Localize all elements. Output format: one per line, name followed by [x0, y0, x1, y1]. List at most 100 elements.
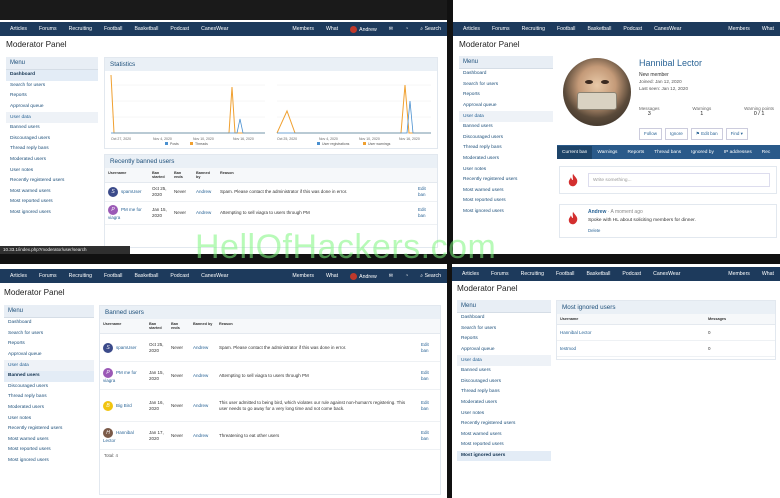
sidebar-item-approval[interactable]: Approval queue: [6, 102, 98, 113]
sidebar-item-moderated[interactable]: Moderated users: [459, 154, 553, 165]
nav-item[interactable]: CanesWear: [647, 271, 686, 277]
nav-item[interactable]: Articles: [456, 271, 485, 277]
sidebar-item-search[interactable]: Search for users: [459, 80, 553, 91]
nav-item[interactable]: Basketball: [128, 273, 164, 279]
sidebar-item-ignored[interactable]: Most ignored users: [457, 450, 551, 462]
nav-item[interactable]: Members: [286, 26, 320, 32]
sidebar-item-warned[interactable]: Most warned users: [4, 435, 94, 446]
sidebar-item-recent[interactable]: Recently registered users: [459, 175, 553, 186]
follow-button[interactable]: Follow: [639, 128, 663, 140]
inbox-icon[interactable]: ✉: [383, 26, 399, 32]
sidebar-item-ignored[interactable]: Most ignored users: [459, 207, 553, 218]
sidebar-group-user-data[interactable]: User data: [457, 355, 551, 366]
tab-ignored-by[interactable]: Ignored by: [686, 150, 719, 155]
sidebar-item-warned[interactable]: Most warned users: [457, 430, 551, 441]
tab-ip-addresses[interactable]: IP addresses: [719, 150, 757, 155]
profile-name[interactable]: Hannibal Lector: [639, 58, 702, 68]
nav-item[interactable]: CanesWear: [648, 26, 687, 32]
bell-icon[interactable]: ◔: [399, 273, 414, 279]
nav-item[interactable]: Articles: [4, 273, 33, 279]
sidebar-item-discouraged[interactable]: Discouraged users: [4, 382, 94, 393]
sidebar-item-ignored[interactable]: Most ignored users: [4, 456, 94, 467]
nav-item[interactable]: Recruiting: [515, 271, 550, 277]
sidebar-item-approval[interactable]: Approval queue: [457, 345, 551, 356]
bell-icon[interactable]: ◔: [399, 26, 414, 32]
nav-item[interactable]: Articles: [4, 26, 33, 32]
nav-item[interactable]: Recruiting: [63, 273, 98, 279]
sidebar-item-recent[interactable]: Recently registered users: [457, 419, 551, 430]
sidebar-item-notes[interactable]: User notes: [457, 408, 551, 419]
nav-item[interactable]: Forums: [33, 273, 63, 279]
nav-item[interactable]: Basketball: [581, 26, 617, 32]
nav-item[interactable]: Recruiting: [63, 26, 98, 32]
sidebar-item-discouraged[interactable]: Discouraged users: [457, 377, 551, 388]
sidebar-item-discouraged[interactable]: Discouraged users: [6, 134, 98, 145]
nav-item[interactable]: Articles: [457, 26, 486, 32]
nav-user[interactable]: Andrew: [344, 272, 383, 280]
sidebar-item-reports[interactable]: Reports: [459, 90, 553, 101]
nav-item[interactable]: Members: [722, 271, 756, 277]
nav-item[interactable]: Podcast: [616, 271, 647, 277]
nav-item[interactable]: Members: [286, 273, 320, 279]
sidebar-item-reports[interactable]: Reports: [4, 339, 94, 350]
post-author[interactable]: Andrew: [588, 209, 606, 215]
edit-ban-link[interactable]: Edit ban: [418, 361, 440, 390]
sidebar-item-search[interactable]: Search for users: [6, 81, 98, 92]
sidebar-item-search[interactable]: Search for users: [457, 324, 551, 335]
edit-ban-link[interactable]: Edit ban: [415, 201, 437, 225]
tab-more[interactable]: Rec: [757, 150, 776, 155]
sidebar-item-ignored[interactable]: Most ignored users: [6, 208, 98, 219]
sidebar-item-reported[interactable]: Most reported users: [4, 445, 94, 456]
sidebar-group-user-data[interactable]: User data: [459, 111, 553, 122]
sidebar-item-banned[interactable]: Banned users: [4, 370, 94, 382]
sidebar-item-approval[interactable]: Approval queue: [459, 101, 553, 112]
post-delete-link[interactable]: Delete: [588, 228, 600, 233]
sidebar-item-moderated[interactable]: Moderated users: [457, 398, 551, 409]
sidebar-item-reports[interactable]: Reports: [457, 334, 551, 345]
nav-item[interactable]: Football: [551, 26, 581, 32]
sidebar-item-reported[interactable]: Most reported users: [459, 196, 553, 207]
sidebar-item-dashboard[interactable]: Dashboard: [4, 318, 94, 329]
search-button[interactable]: ⌕ Search: [414, 26, 447, 33]
sidebar-item-discouraged[interactable]: Discouraged users: [459, 133, 553, 144]
nav-item[interactable]: Basketball: [580, 271, 616, 277]
tab-current-ban[interactable]: Current ban: [557, 145, 593, 159]
nav-item[interactable]: Podcast: [617, 26, 648, 32]
sidebar-item-recent[interactable]: Recently registered users: [6, 176, 98, 187]
sidebar-item-notes[interactable]: User notes: [459, 164, 553, 175]
edit-ban-link[interactable]: Edit ban: [415, 182, 437, 202]
sidebar-item-dashboard[interactable]: Dashboard: [459, 69, 553, 80]
nav-item[interactable]: What: [756, 271, 780, 277]
edit-ban-link[interactable]: Edit ban: [418, 333, 440, 362]
sidebar-item-reports[interactable]: Reports: [6, 91, 98, 102]
nav-item[interactable]: Forums: [33, 26, 63, 32]
sidebar-item-notes[interactable]: User notes: [4, 413, 94, 424]
sidebar-item-notes[interactable]: User notes: [6, 165, 98, 176]
sidebar-group-user-data[interactable]: User data: [4, 360, 94, 371]
search-button[interactable]: ⌕ Search: [414, 273, 447, 280]
nav-item[interactable]: Podcast: [164, 26, 195, 32]
nav-item[interactable]: What: [320, 273, 344, 279]
sidebar-item-search[interactable]: Search for users: [4, 329, 94, 340]
sidebar-item-thread-bans[interactable]: Thread reply bans: [459, 143, 553, 154]
edit-ban-button[interactable]: ⚑ Edit ban: [690, 128, 723, 140]
sidebar-item-thread-bans[interactable]: Thread reply bans: [4, 392, 94, 403]
edit-ban-link[interactable]: Edit ban: [418, 389, 440, 422]
write-something-input[interactable]: Write something...: [588, 173, 770, 187]
nav-item[interactable]: Members: [722, 26, 756, 32]
edit-ban-link[interactable]: Edit ban: [418, 421, 440, 450]
sidebar-item-banned[interactable]: Banned users: [457, 366, 551, 377]
nav-item[interactable]: Podcast: [164, 273, 195, 279]
nav-item[interactable]: Forums: [486, 26, 516, 32]
nav-item[interactable]: Football: [98, 26, 128, 32]
sidebar-item-dashboard[interactable]: Dashboard: [6, 70, 98, 81]
sidebar-item-recent[interactable]: Recently registered users: [4, 424, 94, 435]
sidebar-item-banned[interactable]: Banned users: [6, 123, 98, 134]
nav-item[interactable]: CanesWear: [195, 273, 234, 279]
sidebar-item-thread-bans[interactable]: Thread reply bans: [6, 144, 98, 155]
nav-item[interactable]: CanesWear: [195, 26, 234, 32]
sidebar-item-thread-bans[interactable]: Thread reply bans: [457, 387, 551, 398]
nav-item[interactable]: Basketball: [128, 26, 164, 32]
nav-item[interactable]: Recruiting: [516, 26, 551, 32]
nav-item[interactable]: Football: [550, 271, 580, 277]
